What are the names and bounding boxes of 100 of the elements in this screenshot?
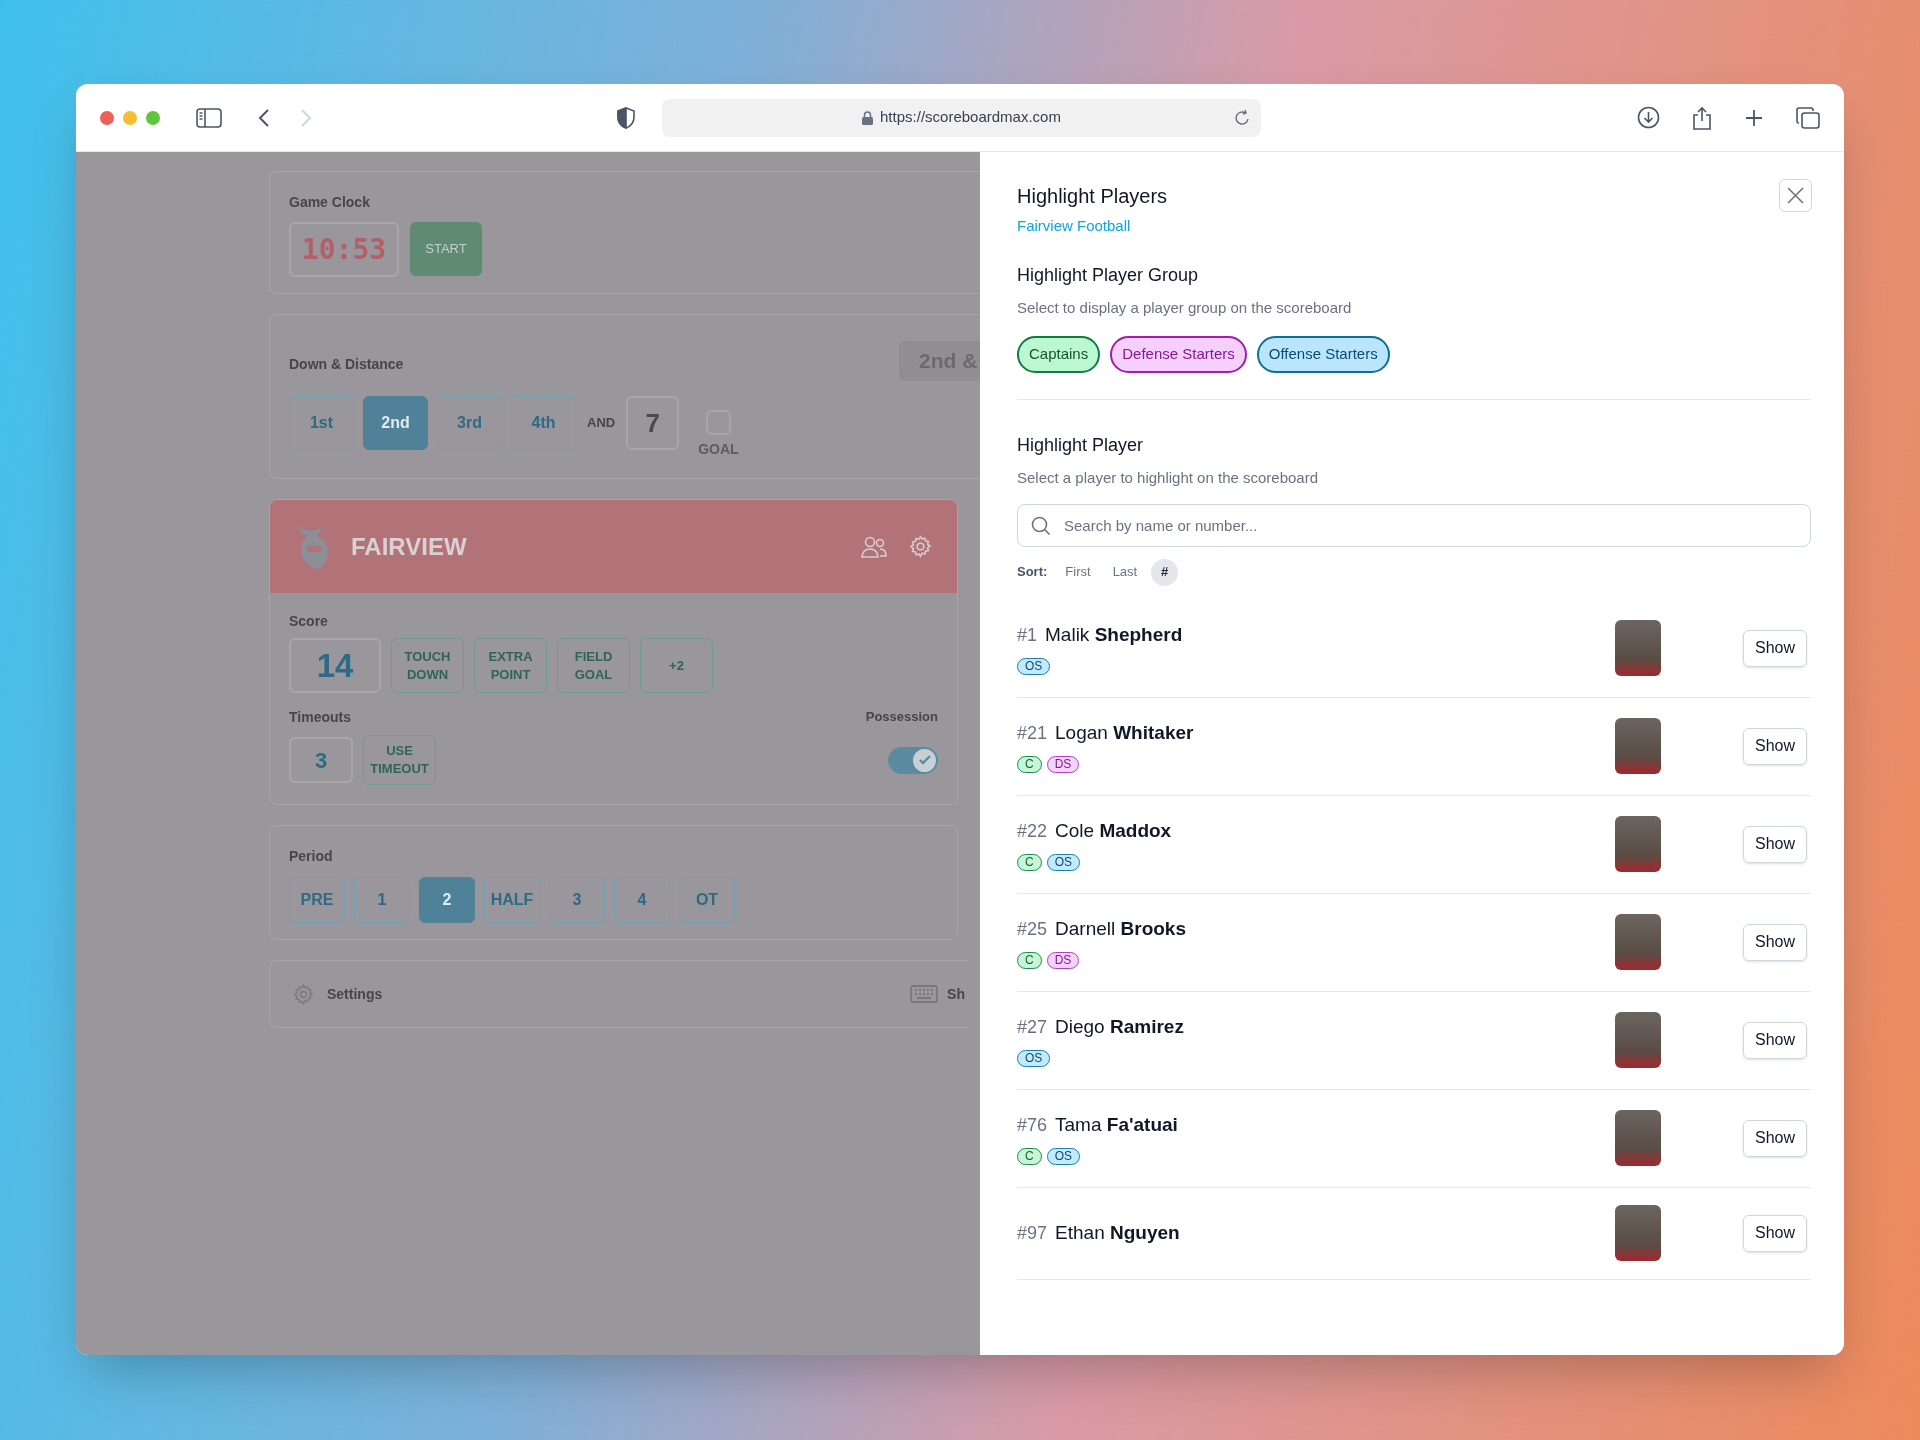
player-name: Darnell Brooks — [1055, 916, 1186, 941]
team-link[interactable]: Fairview Football — [1017, 215, 1131, 238]
users-icon[interactable] — [861, 534, 887, 559]
new-tab-icon[interactable] — [1744, 107, 1764, 128]
section-label: Score — [289, 612, 329, 631]
player-tag: DS — [1046, 756, 1080, 774]
player-number: #97 — [1017, 1221, 1048, 1245]
player-name: Cole Maddox — [1055, 818, 1172, 843]
address-bar[interactable]: https://scoreboardmax.com — [662, 98, 1261, 137]
section-label: Period — [289, 847, 334, 866]
player-name: Ethan Nguyen — [1055, 1220, 1180, 1245]
sidebar-icon[interactable] — [196, 107, 222, 128]
score-button[interactable]: +2 — [640, 638, 713, 693]
photo-placeholder — [1615, 816, 1661, 872]
sort-label: Sort: — [1017, 563, 1048, 582]
period-button[interactable]: HALF — [484, 877, 540, 923]
player-name: Malik Shepherd — [1045, 622, 1183, 647]
player-number: #1 — [1017, 623, 1038, 647]
maximize-window-button[interactable] — [146, 110, 160, 125]
photo-placeholder — [1615, 1205, 1661, 1261]
sort-option[interactable]: # — [1151, 558, 1179, 586]
section-title: Highlight Player — [1017, 434, 1145, 457]
close-window-button[interactable] — [100, 110, 114, 125]
photo-placeholder — [1615, 718, 1661, 774]
settings-link[interactable]: Settings — [327, 983, 383, 1005]
goal-label: GOAL — [698, 440, 739, 459]
group-chip[interactable]: Offense Starters — [1256, 336, 1390, 373]
score-button[interactable]: EXTRA POINT — [474, 638, 547, 693]
down-button[interactable]: 3rd — [437, 396, 502, 450]
photo-placeholder — [1615, 620, 1661, 676]
player-number: #21 — [1017, 721, 1048, 745]
show-button[interactable]: Show — [1743, 923, 1807, 961]
use-timeout-button[interactable]: USE TIMEOUT — [363, 735, 436, 785]
period-button[interactable]: 4 — [614, 877, 670, 923]
section-title: Highlight Player Group — [1017, 263, 1200, 287]
sort-option[interactable]: Last — [1104, 558, 1146, 586]
back-icon[interactable] — [258, 107, 270, 128]
shortcuts-link[interactable]: Sh — [947, 983, 965, 1005]
section-description: Select to display a player group on the scoreboard — [1017, 297, 1353, 318]
player-number: #76 — [1017, 1113, 1048, 1137]
distance-field[interactable]: 7 — [626, 396, 680, 450]
minimize-window-button[interactable] — [123, 110, 137, 125]
player-tag: OS — [1017, 1050, 1051, 1068]
timeouts-display: 3 — [289, 737, 353, 783]
share-icon[interactable] — [1692, 105, 1712, 130]
period-button[interactable]: OT — [679, 877, 735, 923]
player-number: #27 — [1017, 1015, 1048, 1039]
score-button[interactable]: TOUCH DOWN — [391, 638, 464, 693]
down-button[interactable]: 1st — [289, 396, 354, 450]
player-tag: C — [1017, 1148, 1042, 1166]
clock-display: 10:53 — [289, 222, 399, 277]
player-tag: OS — [1046, 1148, 1080, 1166]
close-button[interactable] — [1779, 179, 1812, 212]
show-button[interactable]: Show — [1743, 1021, 1807, 1059]
player-tag: C — [1017, 854, 1042, 872]
player-name: Diego Ramirez — [1055, 1014, 1184, 1039]
group-chip[interactable]: Captains — [1017, 336, 1101, 373]
show-button[interactable]: Show — [1743, 1214, 1807, 1252]
player-tag: C — [1017, 952, 1042, 970]
section-description: Select a player to highlight on the scoreboard — [1017, 468, 1320, 488]
show-button[interactable]: Show — [1743, 1119, 1807, 1157]
possession-toggle[interactable] — [888, 746, 938, 774]
down-button[interactable]: 4th — [511, 396, 576, 450]
sort-option[interactable]: First — [1057, 558, 1099, 586]
player-name: Logan Whitaker — [1055, 720, 1194, 745]
show-button[interactable]: Show — [1743, 825, 1807, 863]
url-text: https://scoreboardmax.com — [880, 107, 1061, 128]
group-chip[interactable]: Defense Starters — [1110, 336, 1247, 373]
player-tag: C — [1017, 756, 1042, 774]
down-button[interactable]: 2nd — [363, 396, 428, 450]
period-button[interactable]: 3 — [549, 877, 605, 923]
reload-icon[interactable] — [1234, 108, 1251, 127]
download-icon[interactable] — [1637, 106, 1660, 129]
show-button[interactable]: Show — [1743, 629, 1807, 667]
score-button[interactable]: FIELD GOAL — [557, 638, 630, 693]
photo-placeholder — [1615, 1012, 1661, 1068]
player-number: #25 — [1017, 917, 1048, 941]
period-button[interactable]: PRE — [289, 877, 345, 923]
player-number: #22 — [1017, 819, 1048, 843]
player-tag: OS — [1017, 658, 1051, 676]
close-icon — [1787, 187, 1804, 204]
score-display: 14 — [289, 638, 381, 693]
player-tag: OS — [1046, 854, 1080, 872]
shield-icon[interactable] — [616, 106, 636, 129]
photo-placeholder — [1615, 1110, 1661, 1166]
panel-title: Highlight Players — [1017, 184, 1168, 209]
section-label: Timeouts — [289, 708, 351, 727]
tabs-overview-icon[interactable] — [1796, 106, 1820, 129]
period-button[interactable]: 2 — [419, 877, 475, 923]
start-button[interactable]: START — [410, 222, 482, 276]
search-field[interactable]: Search by name or number... — [1017, 503, 1811, 547]
team-name: FAIRVIEW — [351, 531, 467, 562]
player-name: Tama Fa'atuai — [1055, 1112, 1178, 1137]
and-label: AND — [586, 414, 617, 433]
show-button[interactable]: Show — [1743, 727, 1807, 765]
player-tag: DS — [1046, 952, 1080, 970]
period-button[interactable]: 1 — [354, 877, 410, 923]
section-label: Down & Distance — [289, 356, 404, 372]
photo-placeholder — [1615, 914, 1661, 970]
check-icon — [917, 753, 932, 767]
